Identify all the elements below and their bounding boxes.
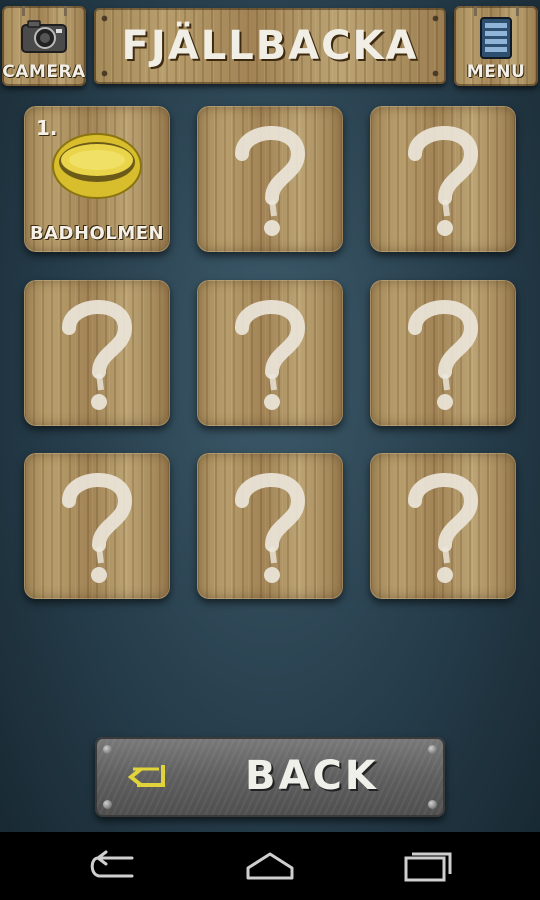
- tile-7[interactable]: [24, 453, 170, 599]
- tile-name: BADHOLMEN: [29, 223, 165, 244]
- back-arrow-icon: [127, 765, 165, 787]
- camera-button[interactable]: CAMERA: [2, 6, 86, 86]
- tile-9[interactable]: [370, 453, 516, 599]
- question-mark-icon: [62, 473, 133, 583]
- back-button[interactable]: BACK: [95, 737, 445, 817]
- rivet: [103, 800, 112, 809]
- question-mark-icon: [62, 300, 133, 410]
- rope: [516, 6, 519, 16]
- recent-apps-icon[interactable]: [398, 846, 458, 886]
- menu-label: MENU: [466, 62, 526, 82]
- nail: [102, 16, 107, 21]
- menu-icon: [480, 17, 512, 59]
- rivet: [428, 745, 437, 754]
- tile-6[interactable]: [370, 280, 516, 426]
- nail: [433, 16, 438, 21]
- tile-2[interactable]: [197, 106, 343, 252]
- ring-icon: [52, 133, 142, 199]
- tile-1[interactable]: 1. BADHOLMEN: [24, 106, 170, 252]
- nail: [433, 71, 438, 76]
- question-mark-icon: [408, 473, 479, 583]
- rivet: [428, 800, 437, 809]
- nail: [102, 71, 107, 76]
- question-mark-icon: [235, 300, 306, 410]
- question-mark-icon: [235, 126, 306, 236]
- back-icon[interactable]: [82, 846, 142, 886]
- tile-3[interactable]: [370, 106, 516, 252]
- question-mark-icon: [408, 126, 479, 236]
- system-nav-bar: [0, 832, 540, 900]
- back-button-label: BACK: [245, 753, 379, 799]
- rope: [22, 6, 25, 16]
- rope: [64, 6, 67, 16]
- question-mark-icon: [235, 473, 306, 583]
- rivet: [103, 745, 112, 754]
- top-bar: CAMERA FJÄLLBACKA MENU: [0, 0, 540, 92]
- title-plank: FJÄLLBACKA: [94, 8, 446, 84]
- tile-5[interactable]: [197, 280, 343, 426]
- tile-8[interactable]: [197, 453, 343, 599]
- camera-label: CAMERA: [2, 62, 86, 82]
- question-mark-icon: [408, 300, 479, 410]
- menu-button[interactable]: MENU: [454, 6, 538, 86]
- tile-4[interactable]: [24, 280, 170, 426]
- camera-icon: [21, 20, 67, 53]
- home-icon[interactable]: [240, 846, 300, 886]
- page-title: FJÄLLBACKA: [121, 23, 419, 69]
- rope: [474, 6, 477, 16]
